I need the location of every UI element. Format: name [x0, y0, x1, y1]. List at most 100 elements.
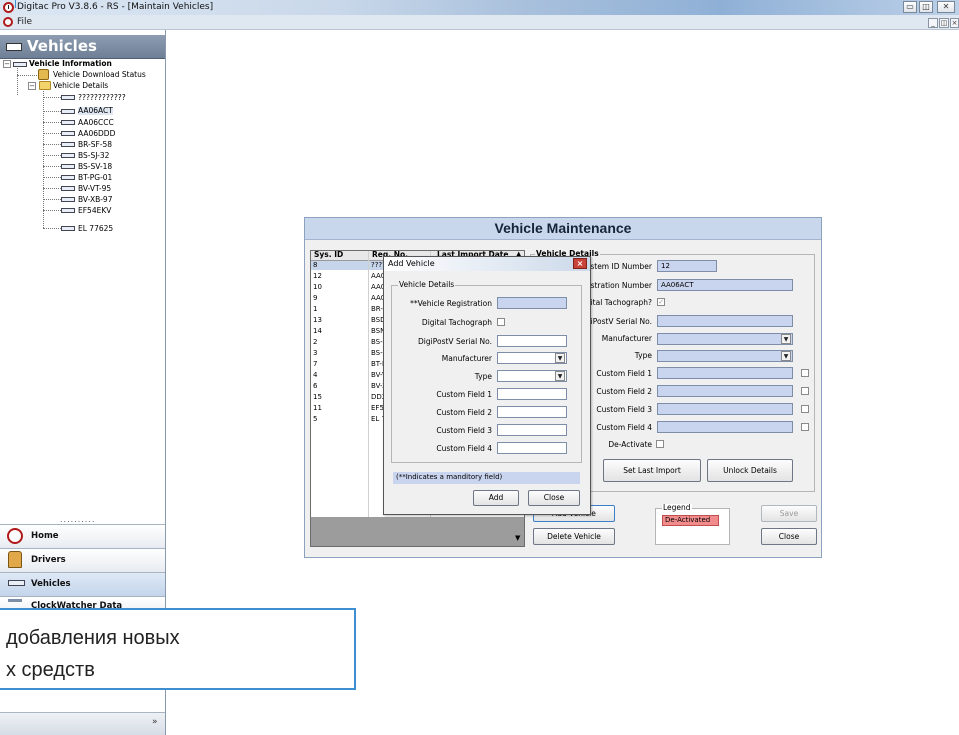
tree-item-download-status[interactable]: Vehicle Download Status	[53, 71, 146, 79]
vehicle-maintenance-title: Vehicle Maintenance	[494, 220, 632, 236]
add-vehicle-dialog-title: Add Vehicle	[388, 259, 435, 268]
minimize-icon[interactable]: ▭	[903, 1, 917, 13]
close-icon[interactable]: ✕	[937, 1, 955, 13]
clock-icon	[7, 528, 23, 544]
tree-item-vehicle[interactable]: ????????????	[78, 94, 126, 102]
grid-cell-sys-id: 6	[313, 382, 318, 390]
dialog-close-icon[interactable]: ×	[573, 258, 587, 269]
grid-cell-sys-id: 14	[313, 327, 322, 335]
tree-item-vehicle[interactable]: EL 77625	[78, 225, 113, 233]
vehicles-header-title: Vehicles	[27, 37, 97, 55]
dialog-custom-field-2[interactable]	[497, 406, 567, 418]
custom-field-4[interactable]	[657, 421, 793, 433]
custom-field-1[interactable]	[657, 367, 793, 379]
dialog-custom-field-1[interactable]	[497, 388, 567, 400]
save-button[interactable]: Save	[761, 505, 817, 522]
scroll-down-icon[interactable]: ▼	[515, 534, 520, 542]
dialog-type-label: Type	[474, 372, 492, 381]
custom-field-3-checkbox[interactable]	[801, 405, 809, 413]
chevron-down-icon[interactable]: ▼	[781, 351, 791, 361]
collapse-icon[interactable]: −	[3, 60, 11, 68]
tree-line	[43, 97, 61, 98]
mdi-restore-icon[interactable]: ◫	[939, 18, 949, 28]
tree-line	[17, 68, 18, 95]
tree-item-vehicle[interactable]: BR-SF-58	[78, 141, 112, 149]
grid-cell-sys-id: 2	[313, 338, 318, 346]
vehicle-icon	[61, 164, 75, 169]
tree-item-vehicle[interactable]: AA06DDD	[78, 130, 115, 138]
tree-line	[43, 210, 61, 211]
splitter-handle[interactable]: ..........	[60, 516, 95, 524]
dialog-details-group-label: Vehicle Details	[398, 280, 456, 289]
serial-field[interactable]	[657, 315, 793, 327]
tree-item-vehicle[interactable]: AA06ACT	[78, 107, 113, 115]
grid-col-sys-id[interactable]: Sys. ID	[314, 251, 343, 259]
chevron-down-icon[interactable]: ▼	[781, 334, 791, 344]
dialog-digital-checkbox[interactable]	[497, 318, 505, 326]
callout-text-line-1: добавления новых	[6, 627, 180, 649]
nav-home-button[interactable]	[0, 524, 165, 548]
tree-item-vehicle[interactable]: BV-VT-95	[78, 185, 111, 193]
chevron-down-icon[interactable]: ▼	[555, 371, 565, 381]
unlock-details-button[interactable]: Unlock Details	[707, 459, 793, 482]
dialog-reg-field[interactable]	[497, 297, 567, 309]
mdi-close-icon[interactable]: ×	[950, 18, 959, 28]
custom-field-4-checkbox[interactable]	[801, 423, 809, 431]
tree-item-vehicle[interactable]: EF54EKV	[78, 207, 111, 215]
custom-field-2[interactable]	[657, 385, 793, 397]
tree-root-vehicle-information[interactable]: Vehicle Information	[29, 60, 112, 68]
tree-line	[43, 228, 61, 229]
set-last-import-button[interactable]: Set Last Import	[603, 459, 701, 482]
app-menu-icon[interactable]	[3, 17, 13, 27]
tree-item-vehicle[interactable]: BS-SJ-32	[78, 152, 109, 160]
type-select[interactable]	[657, 350, 793, 362]
tree-line	[43, 133, 61, 134]
deactivate-checkbox[interactable]	[656, 440, 664, 448]
digital-tacho-checkbox[interactable]: ✓	[657, 298, 665, 306]
clockwatcher-icon	[8, 599, 22, 602]
dialog-custom-field-3[interactable]	[497, 424, 567, 436]
tree-item-vehicle[interactable]: BS-SV-18	[78, 163, 112, 171]
dialog-add-button[interactable]: Add	[473, 490, 519, 506]
delete-vehicle-button[interactable]: Delete Vehicle	[533, 528, 615, 545]
nav-overflow-bar	[0, 712, 165, 735]
registration-field[interactable]: AA06ACT	[657, 279, 793, 291]
vehicle-icon	[6, 43, 22, 51]
dialog-digital-label: Digital Tachograph	[421, 318, 492, 327]
dialog-serial-field[interactable]	[497, 335, 567, 347]
callout-pointer	[15, 0, 16, 8]
menu-file[interactable]: File	[17, 18, 32, 27]
chevron-down-icon[interactable]: ▼	[555, 353, 565, 363]
tree-line	[43, 122, 61, 123]
vehicle-icon	[61, 131, 75, 136]
custom-field-1-checkbox[interactable]	[801, 369, 809, 377]
legend-deactivated: De-Activated	[662, 515, 719, 526]
close-button[interactable]: Close	[761, 528, 817, 545]
grid-cell-sys-id: 12	[313, 272, 322, 280]
tree-line	[43, 144, 61, 145]
mdi-minimize-icon[interactable]: _	[928, 18, 938, 28]
grid-cell-sys-id: 5	[313, 415, 318, 423]
custom-field-3[interactable]	[657, 403, 793, 415]
tree-item-vehicle[interactable]: BV-XB-97	[78, 196, 112, 204]
tree-line	[43, 111, 61, 112]
dialog-custom-field-4[interactable]	[497, 442, 567, 454]
tree-item-vehicle-details[interactable]: Vehicle Details	[53, 82, 108, 90]
callout-text-line-2: х средств	[6, 659, 95, 681]
collapse-icon[interactable]: −	[28, 82, 36, 90]
manufacturer-select[interactable]	[657, 333, 793, 345]
custom-field-2-checkbox[interactable]	[801, 387, 809, 395]
nav-drivers-label: Drivers	[31, 555, 66, 565]
overflow-chevron-icon[interactable]: »	[152, 718, 158, 727]
nav-drivers-button[interactable]	[0, 548, 165, 572]
tree-item-vehicle[interactable]: AA06CCC	[78, 119, 114, 127]
vehicle-icon	[61, 120, 75, 125]
grid-cell-sys-id: 7	[313, 360, 318, 368]
restore-icon[interactable]: ◫	[919, 1, 933, 13]
tree-item-vehicle[interactable]: BT-PG-01	[78, 174, 112, 182]
vehicle-icon	[61, 175, 75, 180]
grid-cell-sys-id: 3	[313, 349, 318, 357]
dialog-close-button[interactable]: Close	[528, 490, 580, 506]
menu-bar	[0, 15, 959, 30]
system-id-field: 12	[657, 260, 717, 272]
